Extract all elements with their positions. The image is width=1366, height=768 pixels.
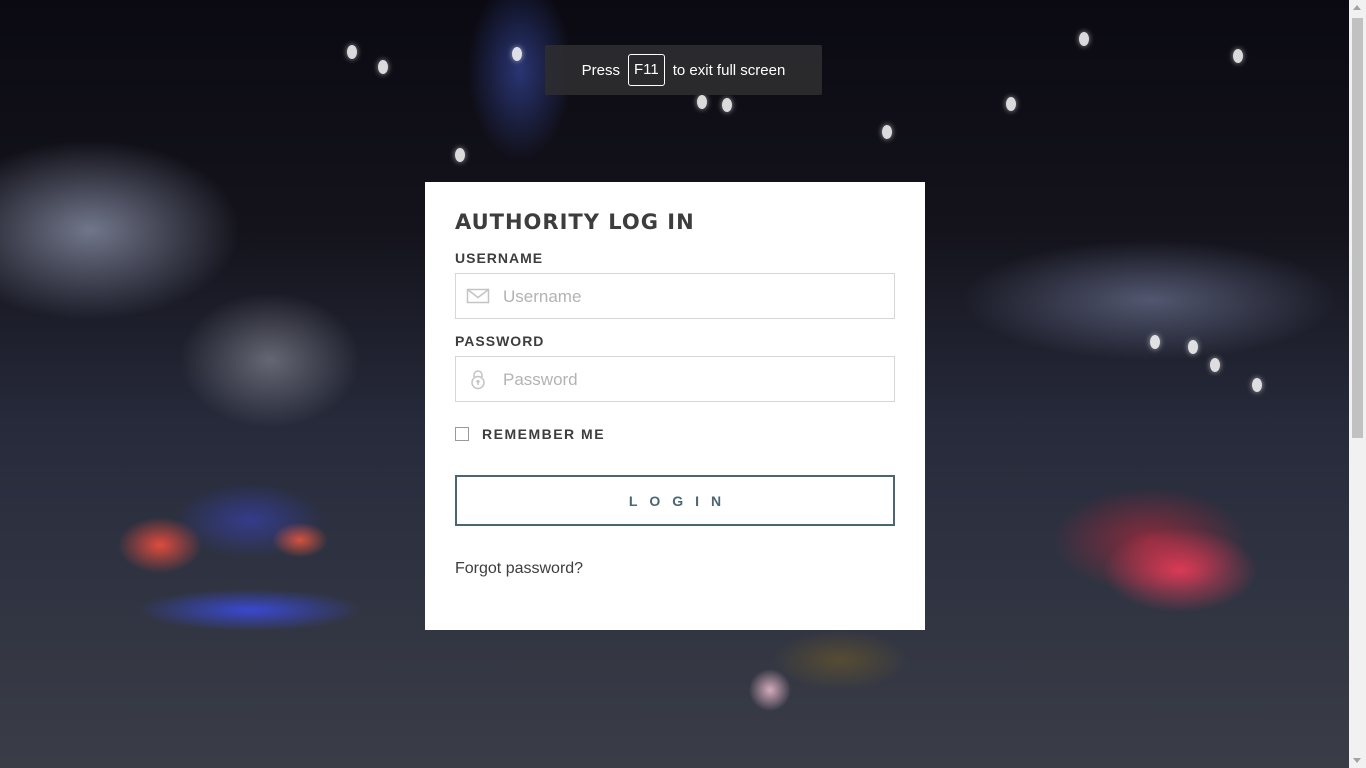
login-button[interactable]: LOGIN bbox=[455, 475, 895, 526]
vertical-scrollbar[interactable] bbox=[1349, 0, 1366, 768]
fullscreen-notice-before: Press bbox=[581, 61, 621, 79]
street-light bbox=[1252, 378, 1262, 392]
street-light bbox=[1210, 358, 1220, 372]
envelope-icon bbox=[466, 285, 490, 307]
scroll-up-arrow-icon[interactable] bbox=[1353, 5, 1361, 10]
street-light bbox=[347, 45, 357, 59]
scroll-down-arrow-icon[interactable] bbox=[1353, 758, 1361, 763]
f11-key-badge: F11 bbox=[628, 54, 665, 86]
street-light bbox=[455, 148, 465, 162]
password-field-wrapper bbox=[455, 356, 895, 403]
fullscreen-notice-after: to exit full screen bbox=[672, 61, 786, 79]
login-title: AUTHORITY LOG IN bbox=[455, 210, 695, 234]
forgot-password-link[interactable]: Forgot password? bbox=[455, 560, 583, 578]
username-label: USERNAME bbox=[455, 250, 544, 266]
browser-viewport: Press F11 to exit full screen AUTHORITY … bbox=[0, 0, 1366, 768]
password-input[interactable] bbox=[501, 357, 890, 403]
street-light bbox=[1079, 32, 1089, 46]
street-light bbox=[378, 60, 388, 74]
street-light bbox=[1233, 49, 1243, 63]
lock-icon bbox=[466, 368, 490, 390]
username-input[interactable] bbox=[501, 274, 890, 320]
street-light bbox=[697, 95, 707, 109]
remember-me-row: REMEMBER ME bbox=[455, 426, 895, 442]
remember-me-label[interactable]: REMEMBER ME bbox=[482, 426, 605, 442]
street-light bbox=[722, 98, 732, 112]
street-light bbox=[882, 125, 892, 139]
password-label: PASSWORD bbox=[455, 333, 545, 349]
fullscreen-notice: Press F11 to exit full screen bbox=[545, 45, 822, 95]
scrollbar-thumb[interactable] bbox=[1352, 18, 1363, 438]
street-light bbox=[1188, 340, 1198, 354]
street-light bbox=[512, 47, 522, 61]
username-field-wrapper bbox=[455, 273, 895, 320]
login-card: AUTHORITY LOG IN USERNAME PASSWORD bbox=[425, 182, 925, 630]
street-light bbox=[1150, 335, 1160, 349]
street-light bbox=[1006, 97, 1016, 111]
remember-me-checkbox[interactable] bbox=[455, 427, 469, 441]
